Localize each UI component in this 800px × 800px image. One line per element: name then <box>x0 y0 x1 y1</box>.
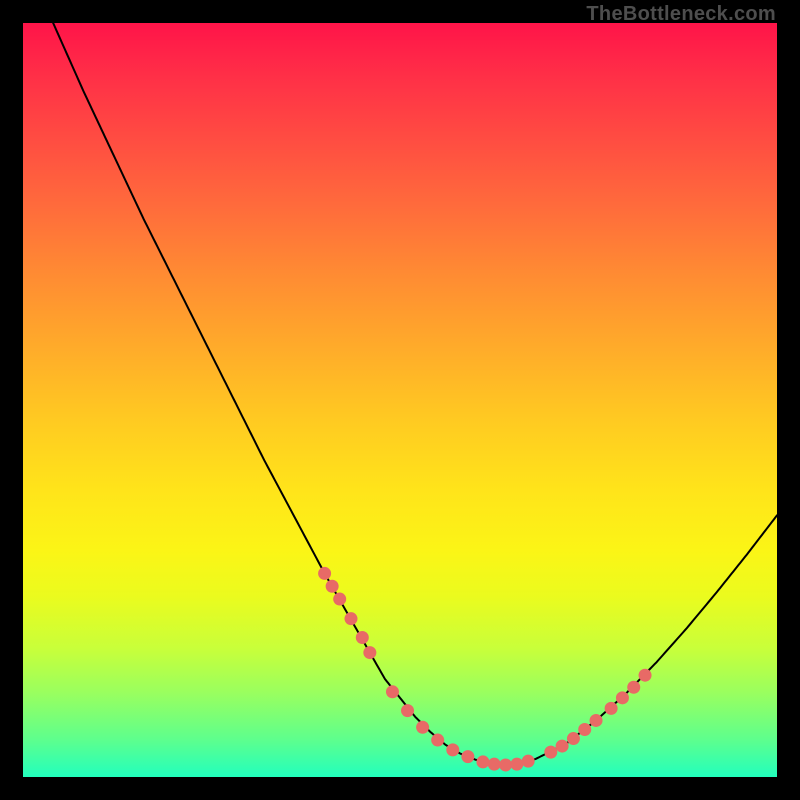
plot-area <box>23 23 777 777</box>
accent-dot <box>333 593 346 606</box>
chart-stage: TheBottleneck.com <box>0 0 800 800</box>
accent-dot <box>627 681 640 694</box>
accent-dot <box>356 631 369 644</box>
watermark-text: TheBottleneck.com <box>586 3 776 26</box>
accent-dot <box>416 721 429 734</box>
accent-dot <box>590 714 603 727</box>
accent-dot <box>431 734 444 747</box>
curve-layer <box>23 23 777 777</box>
accent-dot <box>510 758 523 771</box>
accent-dot <box>556 740 569 753</box>
accent-dot <box>522 755 535 768</box>
accent-dot <box>567 732 580 745</box>
accent-dot <box>326 580 339 593</box>
accent-dot <box>616 691 629 704</box>
accent-dot <box>476 755 489 768</box>
accent-dot <box>605 702 618 715</box>
accent-dot <box>386 685 399 698</box>
accent-dot <box>499 758 512 771</box>
accent-dot <box>344 612 357 625</box>
accent-dot <box>488 758 501 771</box>
accent-dot <box>363 646 376 659</box>
accent-dot <box>318 567 331 580</box>
accent-dot <box>578 723 591 736</box>
accent-dot <box>461 750 474 763</box>
accent-dot <box>401 704 414 717</box>
accent-dot <box>446 743 459 756</box>
bottleneck-curve <box>53 23 777 765</box>
accent-dot <box>639 669 652 682</box>
accent-dot <box>544 746 557 759</box>
